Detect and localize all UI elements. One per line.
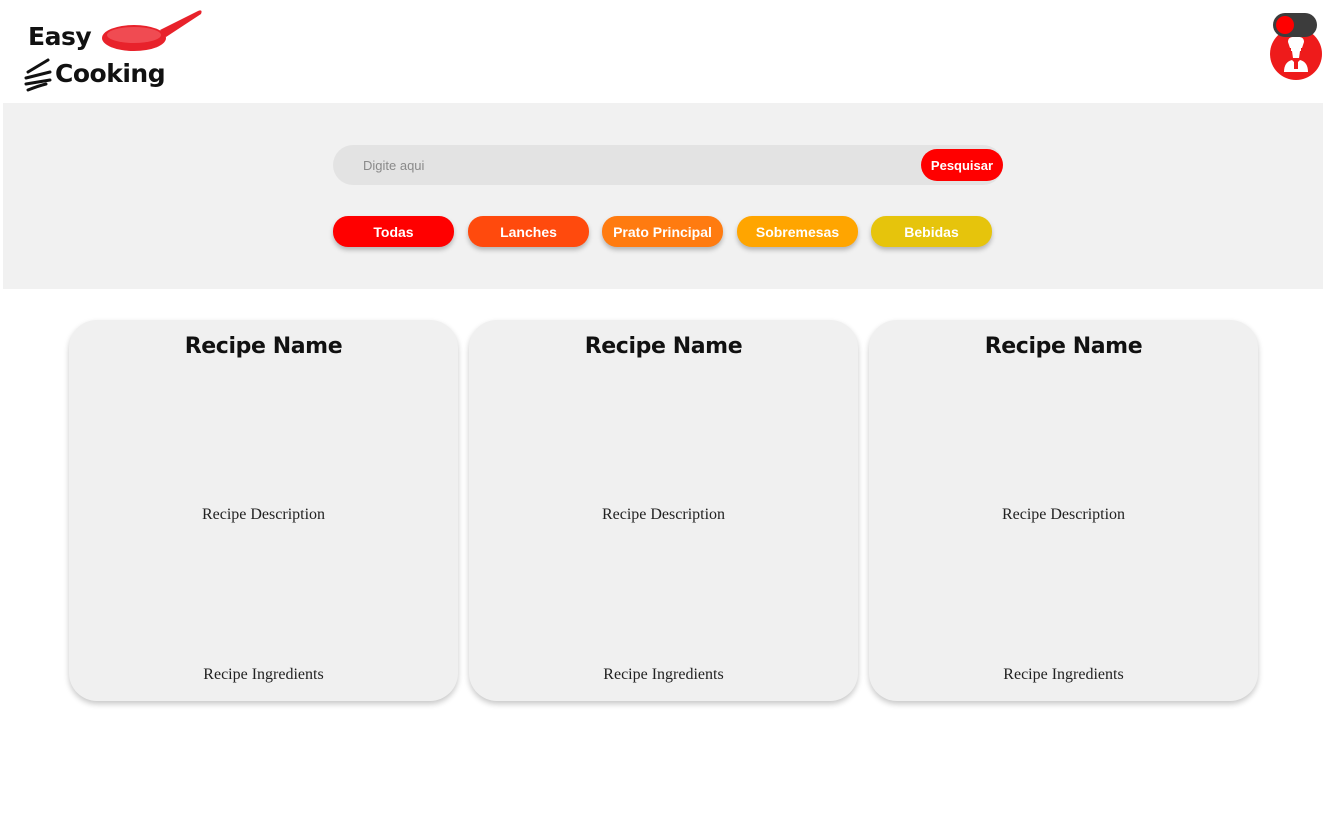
category-lanches[interactable]: Lanches (468, 216, 589, 247)
search-bar: Pesquisar (333, 145, 1003, 185)
recipe-description: Recipe Description (1001, 506, 1126, 523)
search-section: Pesquisar Todas Lanches Prato Principal … (3, 103, 1323, 289)
recipe-description: Recipe Description (201, 506, 326, 523)
recipe-name: Recipe Name (584, 334, 743, 359)
recipe-list: Recipe Name Recipe Description Recipe In… (0, 320, 1326, 705)
speed-lines-icon (24, 58, 52, 92)
recipe-ingredients: Recipe Ingredients (203, 666, 324, 683)
recipe-description: Recipe Description (601, 506, 726, 523)
page: Easy Cooking Pesquisar Todas (0, 0, 1326, 825)
toggle-knob (1276, 16, 1294, 34)
recipe-ingredients: Recipe Ingredients (603, 666, 724, 683)
theme-toggle[interactable] (1273, 13, 1317, 37)
user-area (1268, 10, 1324, 82)
category-sobremesas[interactable]: Sobremesas (737, 216, 858, 247)
logo-word-easy: Easy (28, 22, 92, 51)
logo[interactable]: Easy Cooking (22, 8, 207, 96)
recipe-ingredients: Recipe Ingredients (1003, 666, 1124, 683)
category-prato-principal[interactable]: Prato Principal (602, 216, 723, 247)
recipe-card[interactable]: Recipe Name Recipe Description Recipe In… (469, 320, 858, 701)
recipe-name: Recipe Name (984, 334, 1143, 359)
search-button[interactable]: Pesquisar (921, 149, 1003, 181)
category-todas[interactable]: Todas (333, 216, 454, 247)
recipe-card[interactable]: Recipe Name Recipe Description Recipe In… (69, 320, 458, 701)
category-bebidas[interactable]: Bebidas (871, 216, 992, 247)
logo-word-cooking: Cooking (55, 59, 166, 88)
header: Easy Cooking (0, 0, 1326, 103)
frying-pan-icon (102, 10, 202, 51)
search-input[interactable] (355, 151, 913, 179)
recipe-name: Recipe Name (184, 334, 343, 359)
recipe-card[interactable]: Recipe Name Recipe Description Recipe In… (869, 320, 1258, 701)
